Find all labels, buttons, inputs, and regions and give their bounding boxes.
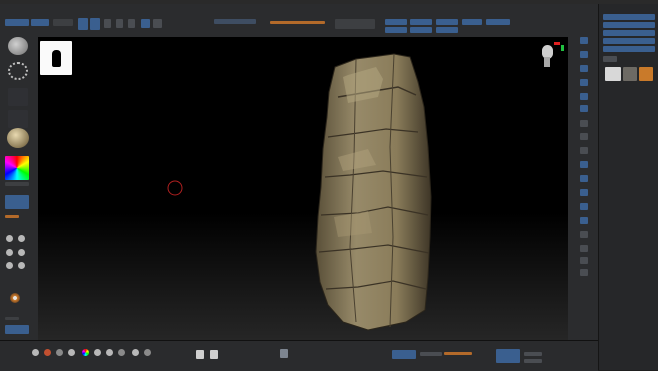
bottom-gizmo-icon[interactable] <box>280 349 288 358</box>
active-points-button[interactable] <box>385 19 407 25</box>
viewport-canvas[interactable] <box>38 37 568 340</box>
bpr-button[interactable] <box>580 37 588 44</box>
mrgb-button[interactable] <box>153 19 162 28</box>
shelf-label <box>5 317 19 320</box>
toolbar-button-a[interactable] <box>5 19 29 26</box>
toolbar-button-b[interactable] <box>31 19 49 26</box>
total-points-button[interactable] <box>385 27 407 33</box>
xpose-button[interactable] <box>580 269 588 276</box>
brush-icon[interactable] <box>8 37 28 55</box>
scale-mode-icon[interactable] <box>116 19 123 28</box>
bottom-shelf <box>0 340 598 371</box>
gradient-swatch[interactable] <box>5 215 19 218</box>
zoom-button[interactable] <box>580 65 588 72</box>
toolbar-button-c[interactable] <box>53 19 73 26</box>
bottom-brush-1-icon[interactable] <box>32 349 39 356</box>
bottom-doc-1-icon[interactable] <box>196 350 204 359</box>
rgb-button[interactable] <box>141 19 150 28</box>
right-tray <box>598 4 658 370</box>
bottom-slider-b[interactable] <box>444 352 472 355</box>
tool-thumb-3[interactable] <box>639 67 653 81</box>
alpha-icon[interactable] <box>8 88 28 106</box>
rotate-button[interactable] <box>580 203 588 210</box>
move-button[interactable] <box>580 175 588 182</box>
polyf-button[interactable] <box>580 217 588 224</box>
right-shelf <box>568 37 598 342</box>
local-button[interactable] <box>580 133 588 140</box>
switch-color-button[interactable] <box>5 195 29 209</box>
rock-sculpt[interactable] <box>38 37 568 340</box>
top-toolbar <box>0 4 658 38</box>
bottom-slider-a[interactable] <box>420 352 442 356</box>
actual-button[interactable] <box>580 79 588 86</box>
draw-mode-button[interactable] <box>90 18 100 30</box>
lsym-button[interactable] <box>486 19 510 25</box>
bottom-slider-c[interactable] <box>524 352 542 356</box>
bottom-brush-9-icon[interactable] <box>144 349 151 356</box>
bottom-doc-2-icon[interactable] <box>210 350 218 359</box>
brush-preset-5-icon[interactable] <box>6 262 13 269</box>
rgb-intensity-slider[interactable] <box>214 19 256 24</box>
bottom-brush-6-icon[interactable] <box>106 349 113 356</box>
bottom-brush-7-icon[interactable] <box>118 349 125 356</box>
material-icon[interactable] <box>7 128 29 148</box>
bottom-color-icon[interactable] <box>82 349 89 356</box>
color-picker-icon[interactable] <box>5 156 29 180</box>
tool-thumb-2[interactable] <box>623 67 637 81</box>
floor-grid-button[interactable] <box>580 120 588 127</box>
bottom-button-a[interactable] <box>392 350 416 359</box>
color-label <box>5 182 29 186</box>
stroke-icon[interactable] <box>8 62 28 80</box>
perspective-button[interactable] <box>436 27 458 33</box>
z-intensity-slider[interactable] <box>270 21 325 24</box>
bottom-brush-5-icon[interactable] <box>94 349 101 356</box>
axis-x-icon <box>554 42 560 45</box>
move-mode-icon[interactable] <box>104 19 111 28</box>
rock-icon[interactable] <box>605 67 621 81</box>
transp-button[interactable] <box>580 231 588 238</box>
mirror-button[interactable] <box>410 27 432 33</box>
texture-icon[interactable] <box>8 110 28 128</box>
persp-button[interactable] <box>580 105 588 112</box>
axis-y-icon <box>561 45 564 51</box>
tray-load-tool-button[interactable] <box>603 14 655 20</box>
rotate-mode-icon[interactable] <box>128 19 135 28</box>
bottom-brush-4-icon[interactable] <box>68 349 75 356</box>
floor-button[interactable] <box>462 19 482 25</box>
tray-lightbox-button[interactable] <box>603 56 617 62</box>
tray-export-button[interactable] <box>603 46 655 52</box>
focal-shift-slider[interactable] <box>335 19 375 29</box>
scroll-button[interactable] <box>580 51 588 58</box>
brush-cursor <box>167 180 183 196</box>
left-shelf <box>0 37 38 342</box>
brush-preset-2-icon[interactable] <box>18 235 25 242</box>
brush-preset-1-icon[interactable] <box>6 235 13 242</box>
scale-button[interactable] <box>580 189 588 196</box>
bottom-brush-3-icon[interactable] <box>56 349 63 356</box>
tray-import-button[interactable] <box>603 38 655 44</box>
brush-preset-4-icon[interactable] <box>18 249 25 256</box>
brush-preset-3-icon[interactable] <box>6 249 13 256</box>
edit-mode-button[interactable] <box>78 18 88 30</box>
target-icon[interactable] <box>10 293 20 303</box>
bottom-button-b[interactable] <box>496 349 520 363</box>
xyz-button[interactable] <box>580 147 588 154</box>
head-icon[interactable] <box>540 45 554 69</box>
bottom-brush-2-icon[interactable] <box>44 349 51 356</box>
frame-button[interactable] <box>580 161 588 168</box>
bottom-brush-8-icon[interactable] <box>132 349 139 356</box>
ghost-button[interactable] <box>580 245 588 252</box>
tray-copy-tool-button[interactable] <box>603 30 655 36</box>
tray-save-as-button[interactable] <box>603 22 655 28</box>
bottom-slider-d[interactable] <box>524 359 542 363</box>
shelf-bottom-button[interactable] <box>5 325 29 334</box>
aahalf-button[interactable] <box>580 93 588 100</box>
symmetry-button[interactable] <box>410 19 432 25</box>
dynamic-button[interactable] <box>436 19 458 25</box>
solo-button[interactable] <box>580 257 588 264</box>
brush-preset-6-icon[interactable] <box>18 262 25 269</box>
